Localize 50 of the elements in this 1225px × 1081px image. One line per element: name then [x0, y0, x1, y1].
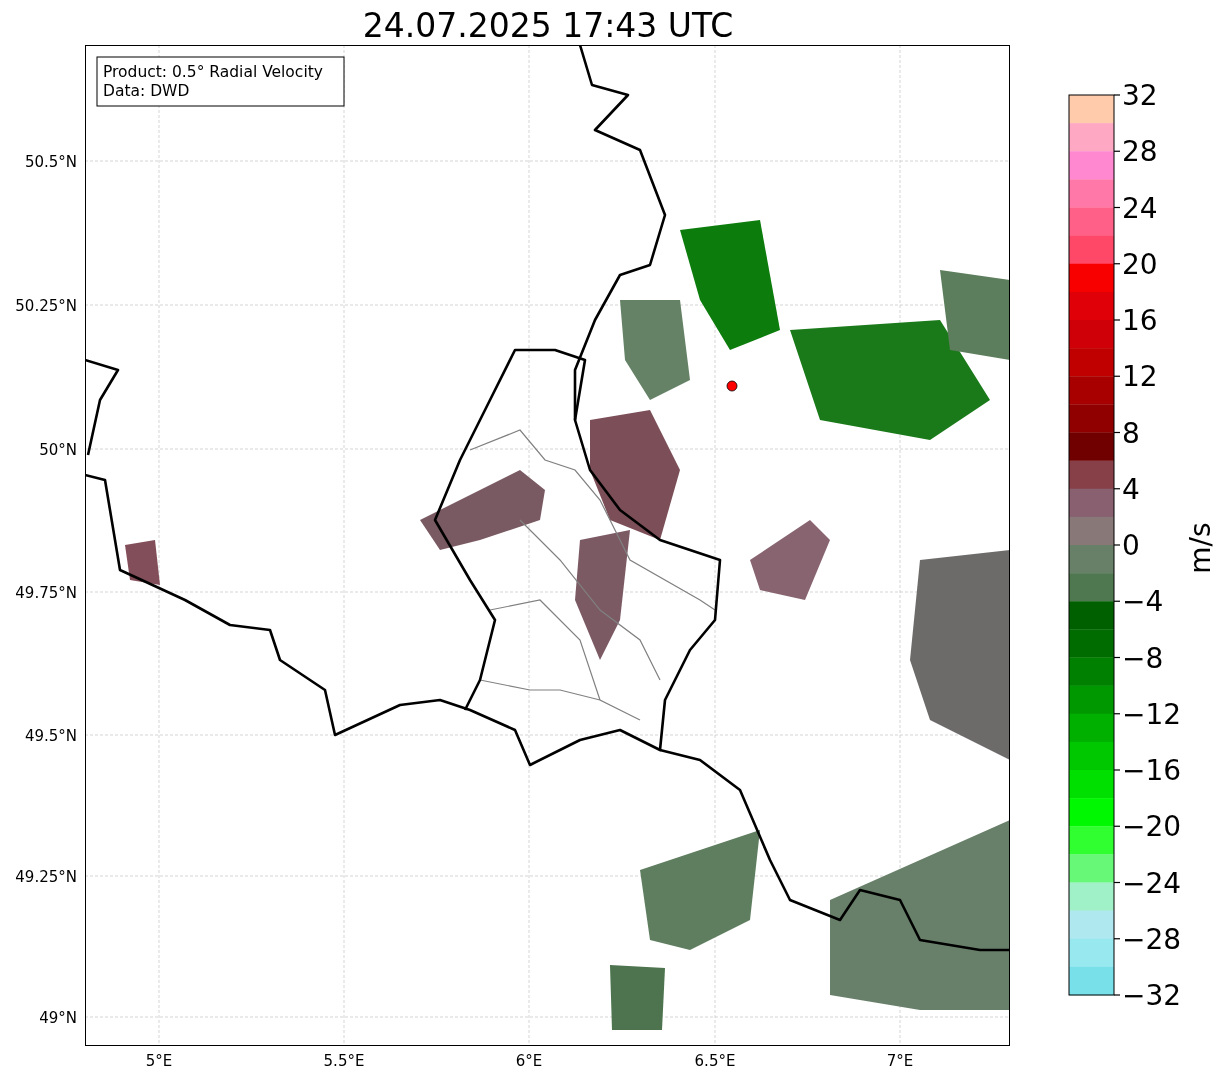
longitude-label: 5°E	[145, 1052, 173, 1070]
colorbar-tick-label: −8	[1122, 641, 1164, 675]
colorbar-tick-label: −20	[1122, 810, 1182, 844]
colorbar-tick-label: −24	[1122, 866, 1182, 900]
legend-text: Product: 0.5° Radial Velocity	[103, 63, 323, 81]
colorbar-tick-label: −16	[1122, 754, 1182, 787]
tick-mark	[1113, 881, 1121, 884]
latitude-label: 50.25°N	[15, 297, 77, 315]
latitude-label: 49.5°N	[24, 727, 77, 745]
longitude-label: 6.5°E	[694, 1052, 736, 1070]
latitude-label: 50.5°N	[24, 153, 77, 171]
tick-mark	[1113, 488, 1121, 490]
tick-mark	[1113, 713, 1121, 715]
colorbar-tick-label: 0	[1122, 529, 1140, 562]
tick-mark	[1113, 769, 1121, 771]
colorbar-tick-label: 24	[1122, 191, 1158, 225]
tick-mark	[1113, 994, 1121, 996]
colorbar-tick-label: −32	[1122, 979, 1182, 1012]
chart-title: 24.07.2025 17:43 UTC	[362, 6, 734, 45]
latitude-label: 50°N	[39, 441, 77, 459]
tick-mark	[1113, 319, 1121, 321]
colorbar-unit-label: m/s	[1184, 522, 1217, 574]
colorbar-tick-label: 16	[1122, 304, 1158, 337]
colorbar-tick-label: 4	[1122, 472, 1140, 506]
tick-mark	[1113, 938, 1121, 940]
colorbar-tick-label: 32	[1122, 79, 1158, 112]
tick-mark	[1113, 263, 1121, 265]
tick-mark	[1113, 600, 1121, 602]
tick-mark	[1113, 150, 1121, 152]
colorbar-tick-label: 28	[1122, 135, 1158, 169]
colorbar-tick-label: −28	[1122, 922, 1182, 956]
tick-mark	[1113, 94, 1121, 96]
longitude-label: 6°E	[515, 1052, 543, 1070]
colorbar-tick-label: −12	[1122, 697, 1182, 731]
legend-text: Data: DWD	[103, 82, 190, 100]
colorbar-tick-label: −4	[1122, 585, 1164, 619]
latitude-label: 49.75°N	[15, 584, 77, 602]
tick-mark	[1113, 544, 1121, 546]
tick-mark	[1113, 825, 1121, 827]
latitude-label: 49.25°N	[15, 868, 77, 886]
tick-mark	[1113, 431, 1121, 434]
colorbar-tick-label: 12	[1122, 360, 1158, 394]
tick-mark	[1113, 656, 1121, 659]
tick-mark	[1113, 375, 1121, 377]
colorbar-tick-label: 20	[1122, 247, 1158, 281]
colorbar-tick-label: 8	[1122, 416, 1140, 450]
tick-mark	[1113, 206, 1121, 209]
latitude-label: 49°N	[39, 1009, 77, 1027]
longitude-label: 7°E	[886, 1052, 914, 1070]
longitude-label: 5.5°E	[323, 1052, 365, 1070]
